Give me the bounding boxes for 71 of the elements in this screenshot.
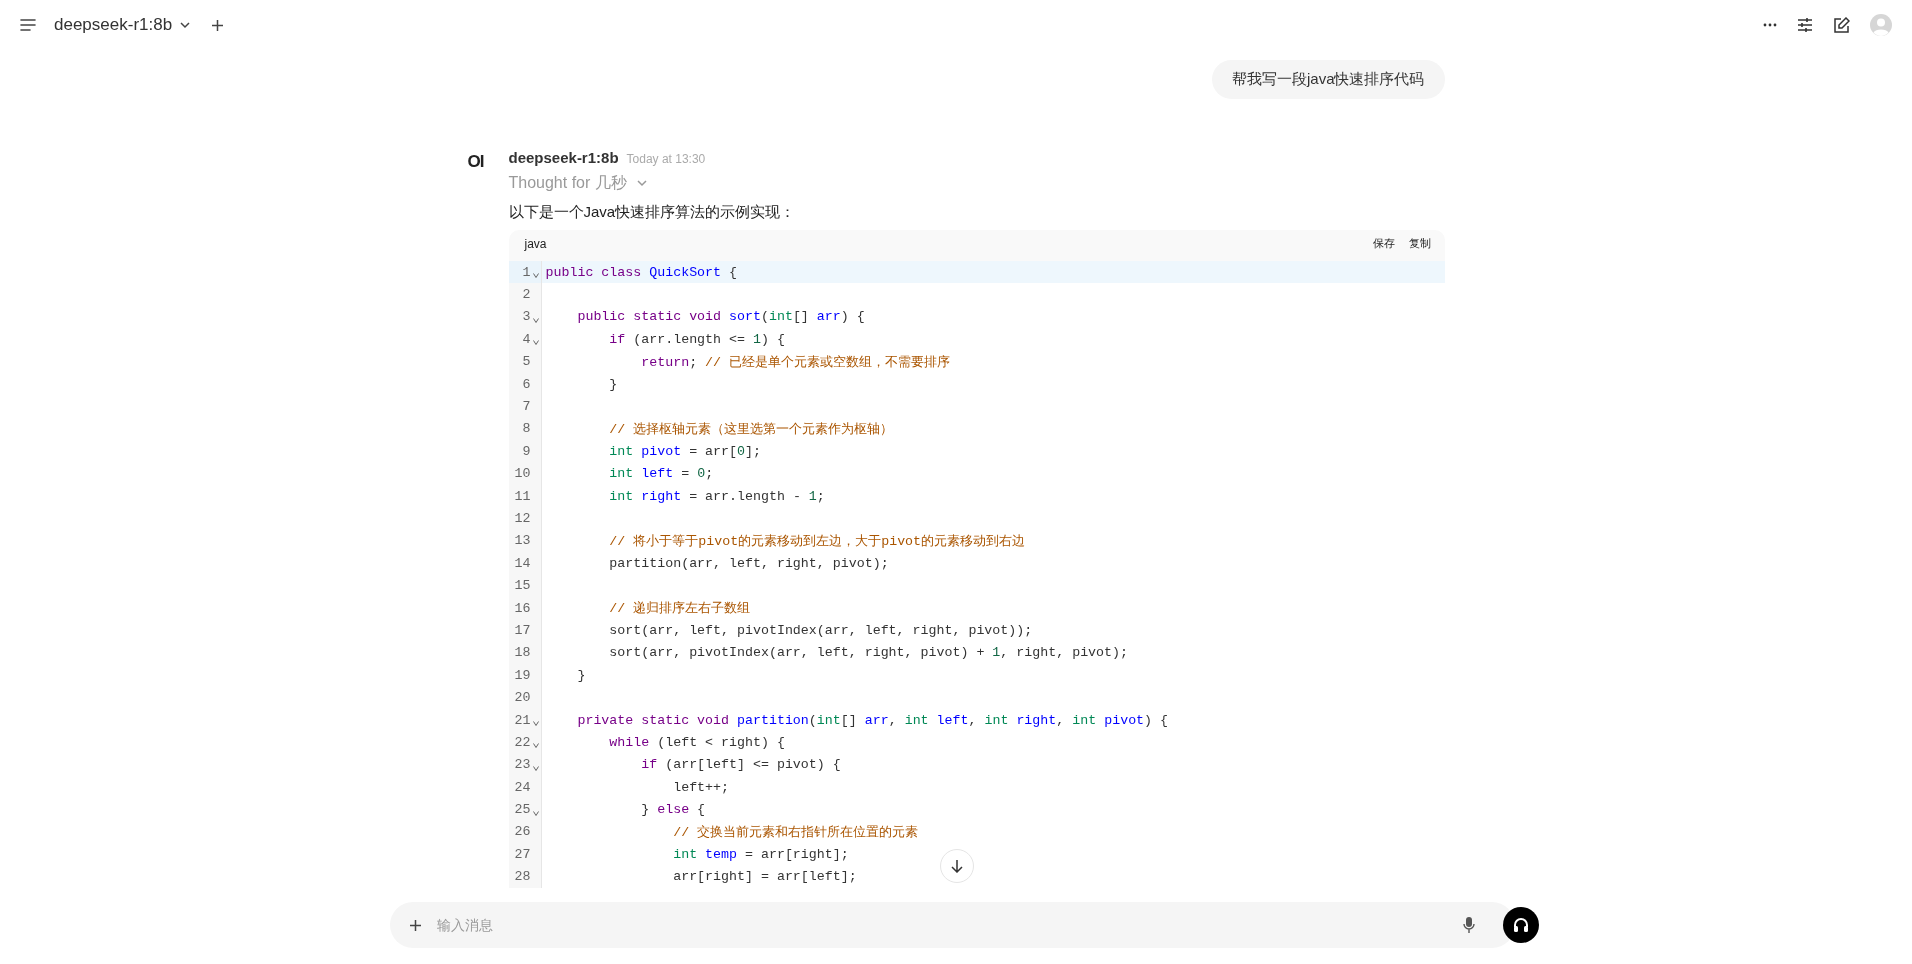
code-line: int temp = arr[right]; <box>672 846 849 862</box>
code-line: while (left < right) { <box>608 734 785 750</box>
more-icon[interactable] <box>1763 23 1777 27</box>
assistant-logo: OI <box>467 152 485 173</box>
code-line: // 将小于等于pivot的元素移动到左边，大于pivot的元素移动到右边 <box>608 532 1026 550</box>
code-line: public static void sort(int[] arr) { <box>576 309 865 325</box>
line-number: 4 <box>522 331 531 347</box>
line-number: 24 <box>514 779 531 795</box>
line-number: 21 <box>514 712 531 728</box>
voice-mode-button[interactable] <box>1503 907 1539 943</box>
menu-icon[interactable] <box>20 19 36 31</box>
user-message-bubble: 帮我写一段java快速排序代码 <box>1211 60 1445 99</box>
code-line: } <box>576 667 586 683</box>
code-line: left++; <box>672 779 730 795</box>
code-line: return; // 已经是单个元素或空数组，不需要排序 <box>640 353 951 371</box>
language-label: java <box>524 236 547 251</box>
code-line: partition(arr, left, right, pivot); <box>608 555 889 571</box>
microphone-icon[interactable] <box>1463 916 1475 934</box>
code-line: private static void partition(int[] arr, int left, int right, int pivot) { <box>576 712 1169 728</box>
line-number: 5 <box>522 354 531 370</box>
code-line: arr[right] = arr[left]; <box>672 869 857 885</box>
chevron-down-icon[interactable] <box>180 21 191 29</box>
code-action-button[interactable]: 复制 <box>1408 236 1431 251</box>
line-number: 18 <box>514 645 531 661</box>
settings-icon[interactable] <box>1797 18 1813 32</box>
edit-icon[interactable] <box>1833 16 1850 34</box>
response-text: 以下是一个Java快速排序算法的示例实现： <box>508 203 797 222</box>
line-number: 9 <box>522 443 531 459</box>
line-number: 25 <box>514 802 531 818</box>
plus-icon[interactable] <box>212 19 224 31</box>
message-time: Today at 13:30 <box>626 152 706 166</box>
line-number: 3 <box>522 309 531 325</box>
line-number: 27 <box>514 846 531 862</box>
code-line: } else { <box>640 802 706 818</box>
code-line: if (arr[left] <= pivot) { <box>640 757 841 773</box>
line-number: 7 <box>522 399 531 415</box>
line-number: 23 <box>514 757 531 773</box>
line-number: 26 <box>514 824 531 840</box>
line-number: 15 <box>514 578 531 594</box>
line-number: 19 <box>514 667 531 683</box>
code-line: int pivot = arr[0]; <box>608 443 761 459</box>
code-line: sort(arr, pivotIndex(arr, left, right, pivot) + 1, right, pivot); <box>608 645 1128 661</box>
plus-icon[interactable] <box>410 919 421 931</box>
code-line: int left = 0; <box>608 466 714 482</box>
line-number: 1 <box>522 264 531 280</box>
line-number: 14 <box>514 555 531 571</box>
code-line: sort(arr, left, pivotIndex(arr, left, right, pivot)); <box>608 622 1033 638</box>
line-number: 13 <box>514 533 531 549</box>
assistant-name: deepseek-r1:8b <box>508 149 619 166</box>
code-action-button[interactable]: 保存 <box>1372 236 1395 251</box>
line-number: 10 <box>514 466 531 482</box>
line-number: 12 <box>514 511 531 526</box>
code-line: if (arr.length <= 1) { <box>608 331 785 347</box>
line-number: 2 <box>522 287 531 303</box>
code-line: // 递归排序左右子数组 <box>608 600 751 618</box>
code-line: // 选择枢轴元素（这里选第一个元素作为枢轴） <box>608 420 894 438</box>
arrow-down-icon[interactable] <box>950 859 964 873</box>
line-number: 17 <box>514 622 531 638</box>
code-line: } <box>608 376 618 392</box>
line-number: 8 <box>522 421 531 437</box>
line-number: 16 <box>514 600 531 616</box>
line-number: 6 <box>522 376 531 392</box>
line-number: 11 <box>514 488 531 504</box>
code-line: public class QuickSort { <box>544 264 738 280</box>
line-number: 20 <box>514 690 531 706</box>
line-number: 28 <box>514 869 531 885</box>
code-line: int right = arr.length - 1; <box>608 488 825 504</box>
headphones-icon[interactable] <box>1512 916 1530 934</box>
line-number: 22 <box>514 734 531 750</box>
model-selector[interactable]: deepseek-r1:8b <box>54 15 173 35</box>
code-line: // 交换当前元素和右指针所在位置的元素 <box>672 823 919 841</box>
